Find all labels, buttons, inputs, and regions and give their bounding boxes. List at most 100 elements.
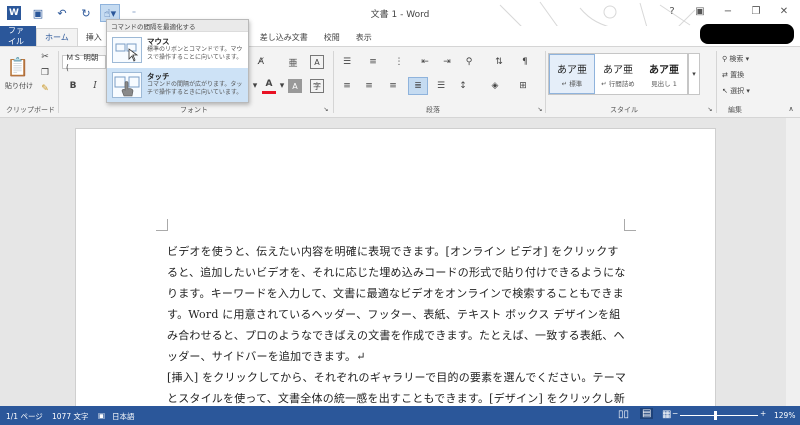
increase-indent-icon[interactable]: ⇥ [440, 55, 454, 69]
multilevel-list-icon[interactable]: ⋮ [392, 55, 406, 69]
close-button[interactable]: ✕ [774, 3, 794, 19]
touch-mode-option[interactable]: タッチ コマンドの間隔が広がります。タッチで操作するときに向いています。 [107, 68, 248, 102]
asian-layout-icon[interactable]: ⚲ [462, 55, 476, 69]
style-name: ↵ 標準 [561, 79, 583, 88]
paste-icon[interactable]: 📋 [6, 55, 30, 79]
tab-home[interactable]: ホーム [36, 28, 78, 46]
align-right-icon[interactable]: ≡ [386, 79, 400, 93]
find-button[interactable]: ⚲ 検索 ▾ [722, 53, 772, 65]
cut-icon[interactable]: ✂ [38, 51, 52, 63]
help-button[interactable]: ? [662, 3, 682, 19]
numbering-icon[interactable]: ≡ [366, 55, 380, 69]
editing-group-label: 編集 [728, 106, 742, 114]
select-label: 選択 [730, 87, 745, 95]
touch-mode-popup: コマンドの間隔を最適化する マウス 標準のリボンとコマンドです。マウスで操作する… [106, 19, 249, 103]
touch-mode-desc: コマンドの間隔が広がります。タッチで操作するときに向いています。 [147, 81, 243, 96]
separator [58, 51, 59, 113]
style-no-spacing[interactable]: あア亜 ↵ 行間詰め [595, 54, 641, 94]
distributed-icon[interactable]: ☰ [434, 79, 448, 93]
tab-mailings[interactable]: 差し込み文書 [252, 28, 316, 46]
character-border-icon[interactable]: 字 [310, 79, 324, 93]
font-color-icon[interactable]: A [262, 77, 276, 91]
separator [333, 51, 334, 113]
user-account-redacted[interactable] [700, 24, 794, 44]
print-layout-icon[interactable]: ▤ [640, 408, 654, 419]
clear-formatting-icon[interactable]: A̸ [254, 55, 268, 69]
character-shading-icon[interactable]: A [288, 79, 302, 93]
borders-icon[interactable]: ⊞ [516, 79, 530, 93]
align-center-icon[interactable]: ≡ [362, 79, 376, 93]
sort-icon[interactable]: ⇅ [492, 55, 506, 69]
styles-dialog-launcher-icon[interactable]: ↘ [706, 105, 714, 113]
clipboard-group-label: クリップボード [6, 106, 55, 114]
bullets-icon[interactable]: ☰ [340, 55, 354, 69]
cursor-icon: ↖ [722, 87, 728, 95]
popup-header: コマンドの間隔を最適化する [107, 20, 248, 32]
document-body[interactable]: ビデオを使うと、伝えたい内容を明確に表現できます。[オンライン ビデオ] をクリ… [167, 241, 627, 406]
align-left-icon[interactable]: ≡ [340, 79, 354, 93]
zoom-slider-thumb[interactable] [714, 411, 717, 420]
window-controls: ? ▣ − ❐ ✕ [662, 3, 794, 19]
italic-button[interactable]: I [88, 79, 102, 93]
replace-button[interactable]: ⇄ 置換 [722, 69, 772, 81]
read-mode-icon[interactable]: ▯▯ [618, 409, 629, 420]
font-color-bar [262, 91, 276, 94]
document-canvas[interactable]: ビデオを使うと、伝えたい内容を明確に表現できます。[オンライン ビデオ] をクリ… [0, 118, 800, 406]
style-heading-1[interactable]: あア亜 見出し 1 [641, 54, 687, 94]
zoom-out-icon[interactable]: − [672, 409, 678, 418]
mouse-mode-icon [112, 37, 142, 63]
paragraph-dialog-launcher-icon[interactable]: ↘ [536, 105, 544, 113]
style-name: ↵ 行間詰め [601, 79, 635, 88]
mouse-mode-option[interactable]: マウス 標準のリボンとコマンドです。マウスで操作することに向いています。 [107, 33, 248, 67]
shading-icon[interactable]: ◈ [488, 79, 502, 93]
style-sample: あア亜 [557, 64, 587, 76]
justify-icon[interactable]: ≣ [408, 77, 428, 95]
replace-label: 置換 [730, 71, 745, 79]
language[interactable]: 日本語 [112, 411, 135, 422]
font-group-label: フォント [180, 106, 208, 114]
phonetic-guide-icon[interactable]: 亜 [286, 55, 300, 69]
page-count[interactable]: 1/1 ページ [6, 411, 43, 422]
styles-more-icon[interactable]: ▾ [688, 53, 700, 95]
enclose-characters-icon[interactable]: A [310, 55, 324, 69]
font-dialog-launcher-icon[interactable]: ↘ [322, 105, 330, 113]
tab-file[interactable]: ファイル [0, 26, 36, 46]
font-name-combo[interactable]: ＭＳ 明朝 ( [62, 53, 106, 72]
style-normal[interactable]: あア亜 ↵ 標準 [549, 54, 595, 94]
paragraph[interactable]: ビデオを使うと、伝えたい内容を明確に表現できます。[オンライン ビデオ] をクリ… [167, 241, 627, 367]
font-color-dropdown-icon[interactable]: ▾ [278, 79, 286, 93]
copy-icon[interactable]: ❐ [38, 67, 52, 79]
document-page[interactable]: ビデオを使うと、伝えたい内容を明確に表現できます。[オンライン ビデオ] をクリ… [75, 128, 716, 406]
style-name: 見出し 1 [651, 79, 677, 88]
replace-icon: ⇄ [722, 71, 728, 79]
select-button[interactable]: ↖ 選択 ▾ [722, 85, 772, 97]
vertical-scrollbar[interactable] [786, 118, 800, 406]
style-sample: あア亜 [649, 64, 679, 76]
restore-button[interactable]: ❐ [746, 3, 766, 19]
paragraph[interactable]: [挿入] をクリックしてから、それぞれのギャラリーで目的の要素を選んでください。… [167, 367, 627, 406]
highlight-dropdown-icon[interactable]: ▾ [250, 79, 260, 93]
tab-review[interactable]: 校閲 [316, 28, 348, 46]
style-sample: あア亜 [603, 64, 633, 76]
show-marks-icon[interactable]: ¶ [518, 55, 532, 69]
bold-button[interactable]: B [66, 79, 80, 93]
zoom-in-icon[interactable]: + [760, 409, 766, 418]
zoom-level[interactable]: 129% [774, 411, 795, 420]
tab-insert[interactable]: 挿入 [78, 28, 110, 46]
word-count[interactable]: 1077 文字 [52, 411, 88, 422]
web-layout-icon[interactable]: ▦ [662, 409, 671, 420]
styles-gallery: あア亜 ↵ 標準 あア亜 ↵ 行間詰め あア亜 見出し 1 [548, 53, 688, 95]
decrease-indent-icon[interactable]: ⇤ [418, 55, 432, 69]
format-painter-icon[interactable]: ✎ [38, 83, 52, 95]
tab-view[interactable]: 表示 [348, 28, 380, 46]
touch-mode-icon [112, 72, 142, 98]
crop-mark-top-right [624, 219, 636, 231]
paste-button[interactable]: 貼り付け [2, 81, 36, 91]
proofing-icon[interactable]: ▣ [98, 411, 105, 420]
separator [545, 51, 546, 113]
ribbon-display-options-button[interactable]: ▣ [690, 3, 710, 19]
zoom-slider[interactable] [680, 415, 758, 416]
line-spacing-icon[interactable]: ↕ [456, 79, 470, 93]
collapse-ribbon-icon[interactable]: ∧ [786, 105, 796, 113]
minimize-button[interactable]: − [718, 3, 738, 19]
